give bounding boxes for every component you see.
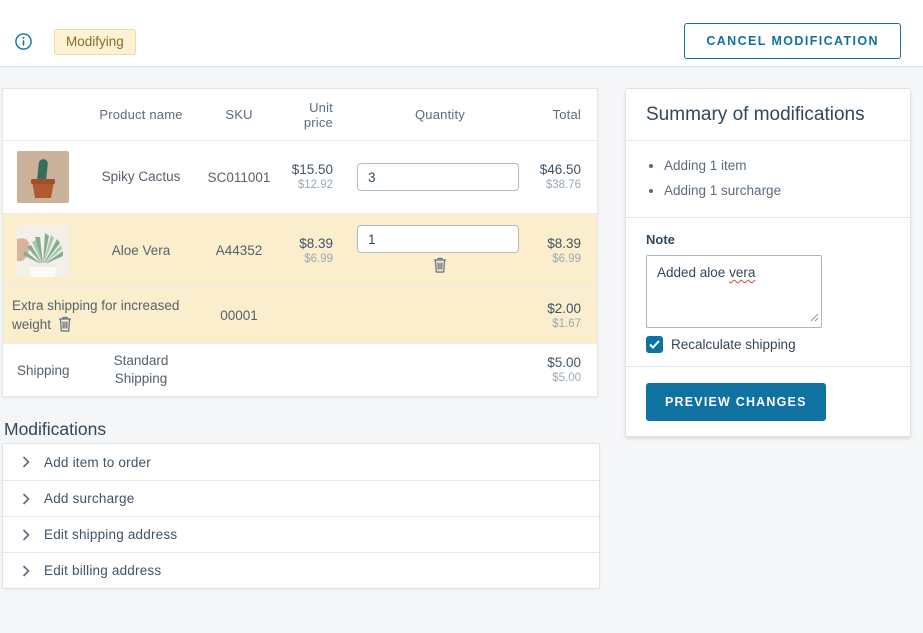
accordion-item-edit-shipping-address[interactable]: Edit shipping address <box>3 516 599 552</box>
note-misspelled-word: vera <box>729 265 755 280</box>
note-label: Note <box>646 232 890 247</box>
total-cell: $2.00 $1.67 <box>535 300 597 332</box>
product-sku: SC011001 <box>189 170 289 185</box>
modifications-accordion: Add item to order Add surcharge Edit shi… <box>2 443 600 589</box>
surcharge-label: Extra shipping for increased weight <box>12 298 179 332</box>
chevron-right-icon <box>22 529 30 541</box>
chevron-right-icon <box>22 456 30 468</box>
recalculate-shipping-label: Recalculate shipping <box>671 337 796 352</box>
accordion-item-label: Edit billing address <box>44 563 161 578</box>
unit-price-cell: $15.50 $12.92 <box>289 161 345 193</box>
unit-price-original: $6.99 <box>289 252 333 267</box>
product-sku: A44352 <box>189 243 289 258</box>
accordion-item-add-surcharge[interactable]: Add surcharge <box>3 480 599 516</box>
summary-list: Adding 1 item Adding 1 surcharge <box>626 141 910 218</box>
total-cell: $8.39 $6.99 <box>535 235 597 267</box>
total-price-original: $1.67 <box>535 317 581 332</box>
accordion-item-add-item-to-order[interactable]: Add item to order <box>3 444 599 480</box>
quantity-cell <box>345 225 535 276</box>
table-row: Extra shipping for increased weight 0000… <box>3 287 597 343</box>
textarea-resize-handle[interactable] <box>810 310 819 325</box>
note-text: Added aloe <box>657 265 729 280</box>
total-price-original: $5.00 <box>535 371 581 386</box>
header-quantity: Quantity <box>345 107 535 122</box>
total-price: $46.50 <box>535 161 581 178</box>
unit-price: $8.39 <box>289 235 333 252</box>
accordion-item-label: Add surcharge <box>44 491 134 506</box>
top-bar: Modifying CANCEL MODIFICATION <box>0 0 923 67</box>
total-cell: $5.00 $5.00 <box>535 354 597 386</box>
header-sku: SKU <box>189 107 289 122</box>
quantity-input[interactable] <box>357 163 519 191</box>
product-name: Aloe Vera <box>93 242 189 260</box>
remove-item-trash-icon[interactable] <box>433 257 447 276</box>
recalculate-shipping-option[interactable]: Recalculate shipping <box>646 336 890 353</box>
summary-title: Summary of modifications <box>626 89 910 141</box>
total-price: $8.39 <box>535 235 581 252</box>
total-cell: $46.50 $38.76 <box>535 161 597 193</box>
remove-surcharge-trash-icon[interactable] <box>58 316 72 335</box>
total-price: $5.00 <box>535 354 581 371</box>
info-icon[interactable] <box>15 33 32 50</box>
chevron-right-icon <box>22 493 30 505</box>
product-image-spiky-cactus <box>3 151 93 203</box>
table-header-row: Product name SKU Unit price Quantity Tot… <box>3 89 597 140</box>
unit-price: $15.50 <box>289 161 333 178</box>
table-row: Shipping Standard Shipping $5.00 $5.00 <box>3 343 597 396</box>
header-total: Total <box>535 107 597 122</box>
table-row: Aloe Vera A44352 $8.39 $6.99 $8.39 <box>3 213 597 287</box>
cancel-modification-button[interactable]: CANCEL MODIFICATION <box>684 23 901 59</box>
checkmark-icon <box>649 340 660 349</box>
accordion-item-label: Add item to order <box>44 455 151 470</box>
surcharge-sku: 00001 <box>189 308 289 323</box>
preview-changes-button[interactable]: PREVIEW CHANGES <box>646 383 826 421</box>
table-row: Spiky Cactus SC011001 $15.50 $12.92 $46.… <box>3 140 597 213</box>
chevron-right-icon <box>22 565 30 577</box>
unit-price-cell: $8.39 $6.99 <box>289 235 345 267</box>
shipping-method: Standard Shipping <box>93 352 189 388</box>
product-image-aloe-vera <box>3 225 93 277</box>
summary-item: Adding 1 surcharge <box>664 178 890 203</box>
unit-price-original: $12.92 <box>289 178 333 193</box>
total-price-original: $38.76 <box>535 178 581 193</box>
surcharge-name: Extra shipping for increased weight <box>3 288 189 343</box>
panel-actions: PREVIEW CHANGES <box>626 367 910 436</box>
note-section: Note Added aloe vera Recalculate shippin… <box>626 218 910 367</box>
total-price: $2.00 <box>535 300 581 317</box>
quantity-input[interactable] <box>357 225 519 253</box>
accordion-item-label: Edit shipping address <box>44 527 177 542</box>
accordion-item-edit-billing-address[interactable]: Edit billing address <box>3 552 599 588</box>
shipping-row-label: Shipping <box>3 363 93 378</box>
header-unit-price: Unit price <box>289 100 345 130</box>
note-textarea[interactable]: Added aloe vera <box>646 255 822 328</box>
order-items-table: Product name SKU Unit price Quantity Tot… <box>2 88 598 397</box>
total-price-original: $6.99 <box>535 252 581 267</box>
order-modification-screen: Modifying CANCEL MODIFICATION Product na… <box>0 0 923 633</box>
status-badge: Modifying <box>54 29 136 55</box>
product-name: Spiky Cactus <box>93 168 189 186</box>
quantity-cell <box>345 163 535 191</box>
header-product-name: Product name <box>93 107 189 122</box>
modifications-title: Modifications <box>4 419 106 440</box>
summary-item: Adding 1 item <box>664 153 890 178</box>
summary-panel: Summary of modifications Adding 1 item A… <box>625 88 911 437</box>
recalculate-shipping-checkbox[interactable] <box>646 336 663 353</box>
